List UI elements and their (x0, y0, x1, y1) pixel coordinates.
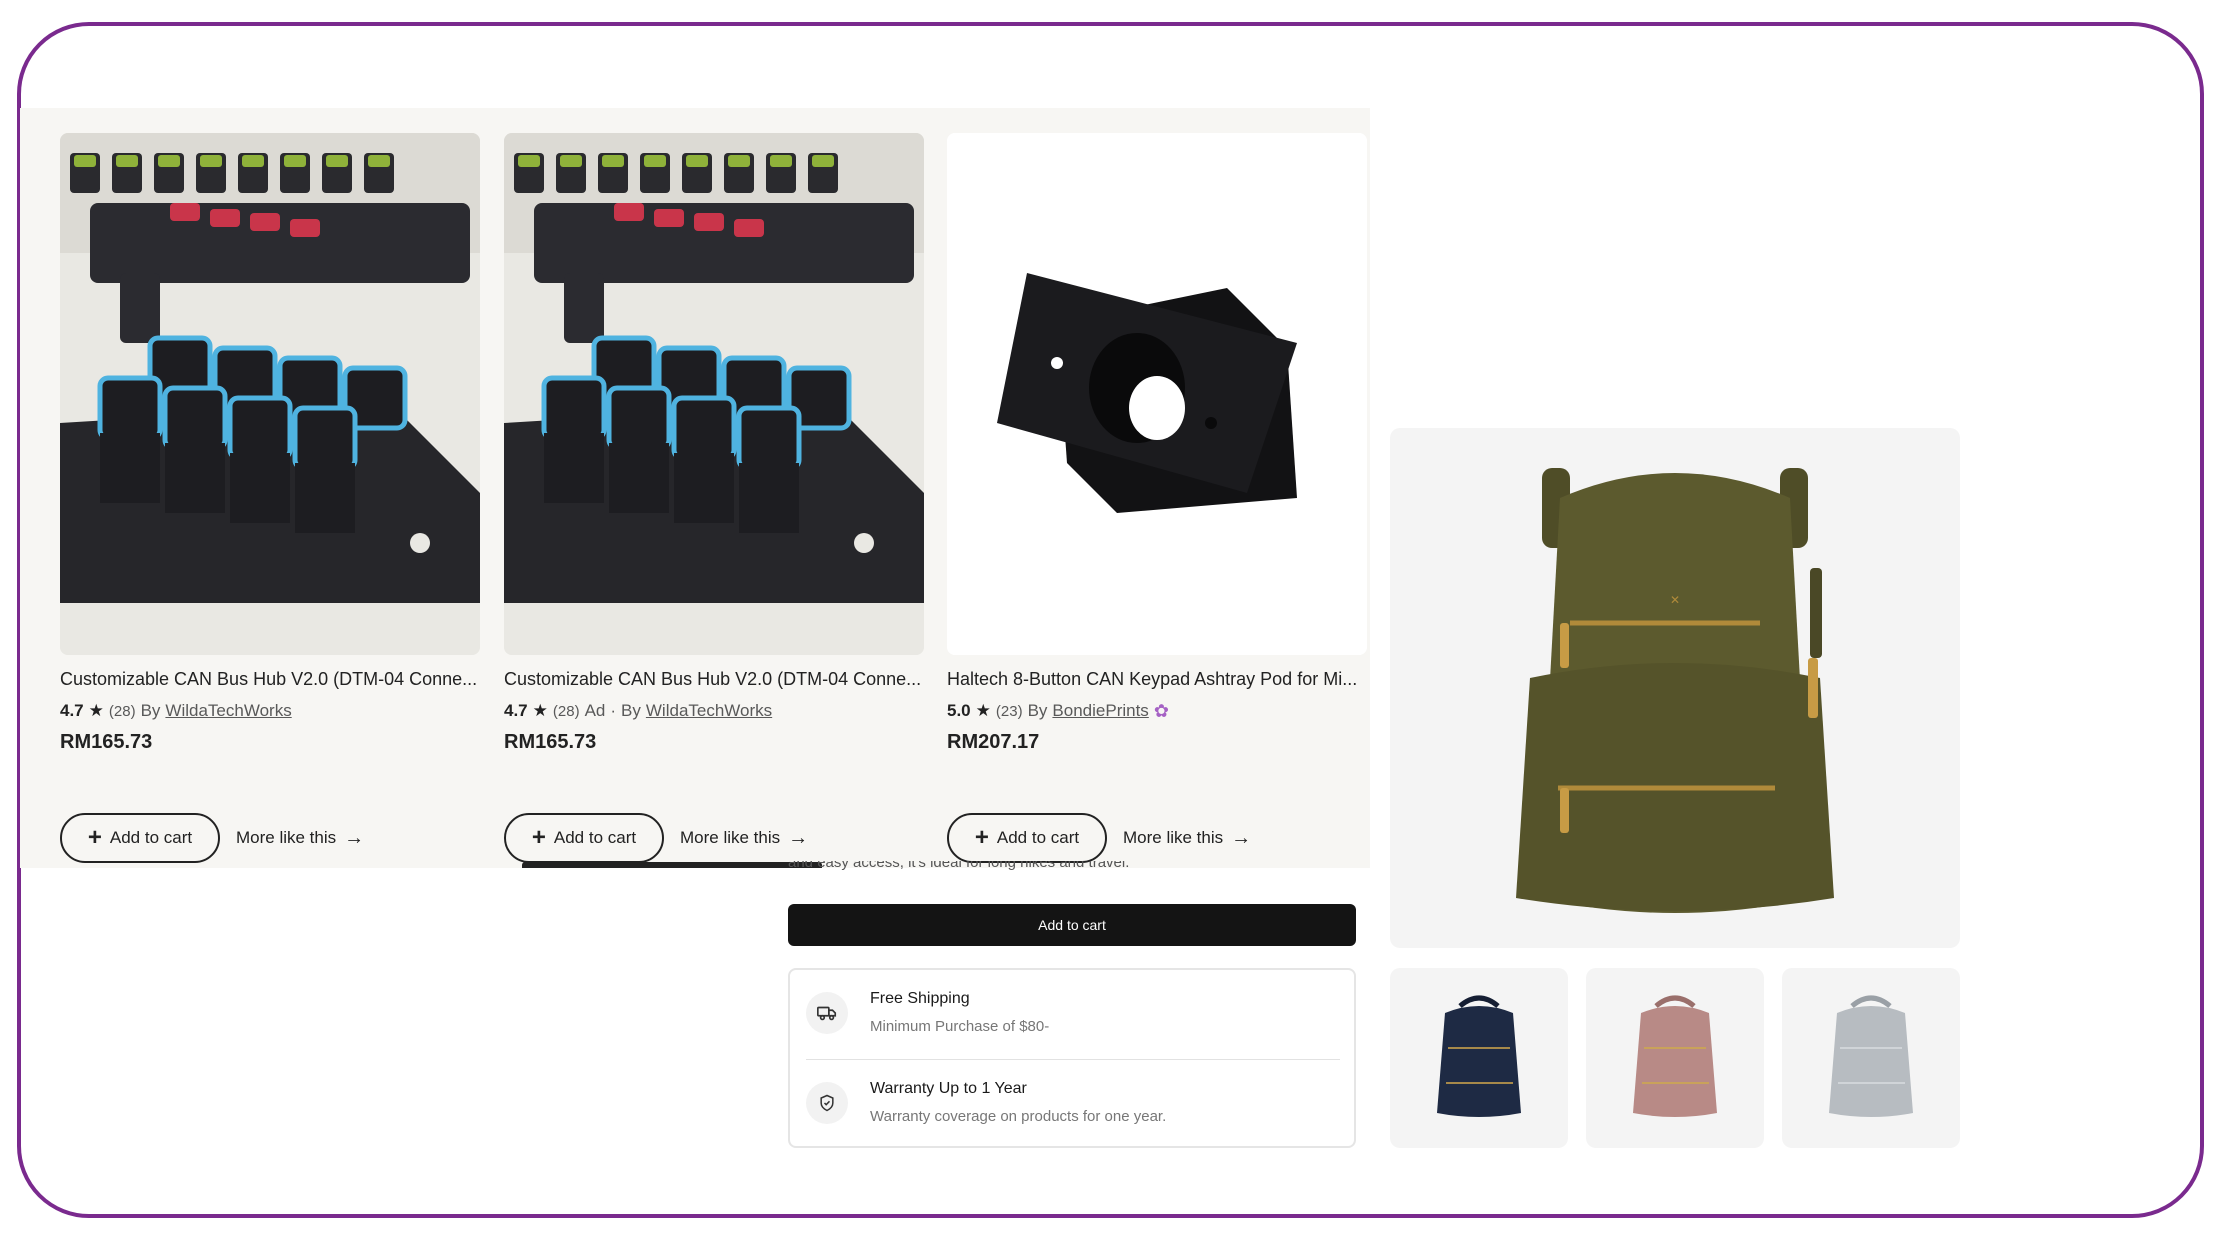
plus-icon: + (531, 824, 546, 851)
warranty-subtitle: Warranty coverage on products for one ye… (870, 1108, 1167, 1125)
review-count: (23) (995, 702, 1023, 720)
star-seller-icon: ✿ (1153, 700, 1169, 721)
more-like-this-link[interactable]: More like this → (680, 813, 808, 863)
star-icon: ★ (975, 701, 991, 720)
add-to-cart-button[interactable]: + Add to cart (60, 813, 220, 863)
dot-separator: · (610, 701, 617, 720)
more-like-this-label: More like this (680, 828, 781, 847)
thumbnail-navy[interactable] (1390, 968, 1568, 1148)
shop-link[interactable]: BondiePrints (1052, 701, 1148, 721)
add-to-cart-label: Add to cart (109, 828, 193, 847)
by-label: By (621, 701, 641, 720)
add-to-cart-button[interactable]: + Add to cart (504, 813, 664, 863)
warranty-row: Warranty Up to 1 Year Warranty coverage … (806, 1060, 1340, 1148)
listing-title[interactable]: Customizable CAN Bus Hub V2.0 (DTM-04 Co… (60, 669, 480, 690)
listing-meta: 4.7 ★ (28) By WildaTechWorks (60, 699, 480, 723)
rating-value: 4.7 (504, 701, 528, 720)
star-icon: ★ (88, 701, 104, 720)
svg-text:✕: ✕ (1670, 593, 1680, 607)
add-to-cart-cta[interactable]: Add to cart (788, 904, 1356, 946)
listing-image-can-hub[interactable] (60, 133, 480, 655)
plus-icon: + (974, 824, 989, 851)
listing-title[interactable]: Customizable CAN Bus Hub V2.0 (DTM-04 Co… (504, 669, 924, 690)
shipping-title: Free Shipping (870, 990, 970, 1007)
shipping-warranty-box: Free Shipping Minimum Purchase of $80- W… (788, 968, 1356, 1148)
arrow-right-icon: → (1231, 826, 1252, 849)
listing-title[interactable]: Haltech 8-Button CAN Keypad Ashtray Pod … (947, 669, 1367, 690)
more-like-this-label: More like this (236, 828, 337, 847)
by-label: By (1027, 701, 1048, 720)
thumbnail-strip (1390, 968, 1960, 1148)
add-to-cart-label: Add to cart (996, 828, 1080, 847)
review-count: (28) (552, 702, 580, 720)
arrow-right-icon: → (788, 826, 809, 849)
listing-meta: 5.0 ★ (23) By BondiePrints ✿ (947, 699, 1367, 723)
ad-label: Ad (584, 701, 606, 720)
overlap-edge (522, 862, 822, 868)
product-description-text: and easy access, it's ideal for long hik… (788, 861, 1130, 871)
listing-image-keypad-pod[interactable] (947, 133, 1367, 655)
shop-link[interactable]: WildaTechWorks (646, 701, 772, 721)
listing-meta: 4.7 ★ (28) Ad · By WildaTechWorks (504, 699, 924, 723)
shop-link[interactable]: WildaTechWorks (165, 701, 291, 721)
listing-price: RM165.73 (60, 731, 153, 753)
rating-value: 4.7 (60, 701, 84, 720)
listing-image-can-hub[interactable] (504, 133, 924, 655)
recommended-listings: Customizable CAN Bus Hub V2.0 (DTM-04 Co… (20, 108, 1370, 868)
thumbnail-grey[interactable] (1782, 968, 1960, 1148)
product-description-fragment: and easy access, it's ideal for long hik… (788, 861, 1368, 877)
more-like-this-label: More like this (1123, 828, 1224, 847)
plus-icon: + (87, 824, 102, 851)
thumbnail-rose[interactable] (1586, 968, 1764, 1148)
more-like-this-link[interactable]: More like this → (236, 813, 364, 863)
rating-value: 5.0 (947, 701, 971, 720)
add-to-cart-label: Add to cart (553, 828, 637, 847)
main-product-image[interactable]: ✕ (1390, 428, 1960, 948)
shipping-subtitle: Minimum Purchase of $80- (870, 1018, 1050, 1035)
review-count: (28) (108, 702, 136, 720)
by-label: By (140, 701, 161, 720)
warranty-title: Warranty Up to 1 Year (870, 1080, 1027, 1097)
star-icon: ★ (532, 701, 548, 720)
truck-icon (806, 992, 848, 1034)
listing-price: RM165.73 (504, 731, 597, 753)
listing-price: RM207.17 (947, 731, 1040, 753)
shipping-row: Free Shipping Minimum Purchase of $80- (806, 970, 1340, 1058)
add-to-cart-button[interactable]: + Add to cart (947, 813, 1107, 863)
more-like-this-link[interactable]: More like this → (1123, 813, 1251, 863)
arrow-right-icon: → (344, 826, 365, 849)
shield-check-icon (806, 1082, 848, 1124)
